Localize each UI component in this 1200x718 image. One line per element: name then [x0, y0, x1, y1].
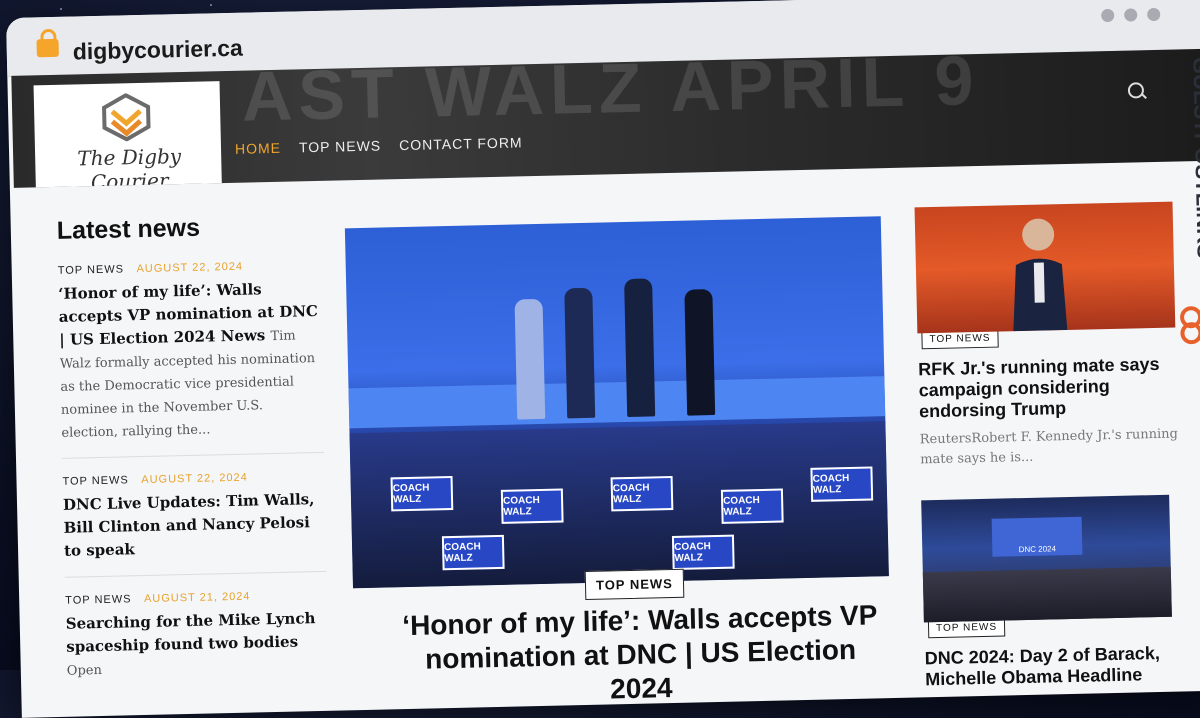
arena-crowd-graphic: [922, 566, 1172, 623]
item-meta: TOP NEWS AUGUST 22, 2024: [62, 469, 324, 488]
nav-home[interactable]: HOME: [235, 140, 281, 157]
speaker-figure: [1013, 218, 1068, 332]
crowd-sign: COACH WALZ: [720, 488, 784, 524]
item-title-text[interactable]: Searching for the Mike Lynch spaceship f…: [66, 609, 316, 656]
address-bar[interactable]: digbycourier.ca: [72, 35, 243, 66]
window-controls: [1101, 7, 1161, 23]
item-date: AUGUST 21, 2024: [143, 590, 251, 606]
list-item[interactable]: TOP NEWS AUGUST 21, 2024 Searching for t…: [65, 588, 329, 696]
hero-category-badge[interactable]: TOP NEWS: [584, 568, 685, 601]
watermark-text: GUESTPOSTLINKS: [1188, 57, 1200, 259]
item-category[interactable]: TOP NEWS: [65, 593, 132, 607]
hero-image[interactable]: COACH WALZ COACH WALZ COACH WALZ COACH W…: [344, 216, 889, 589]
list-item[interactable]: TOP NEWS AUGUST 22, 2024 DNC Live Update…: [62, 468, 327, 578]
nav-top-news[interactable]: TOP NEWS: [299, 138, 382, 156]
item-meta: TOP NEWS AUGUST 21, 2024: [65, 588, 327, 607]
window-dot-icon[interactable]: [1101, 8, 1115, 23]
nav-contact-form[interactable]: CONTACT FORM: [399, 134, 523, 153]
site-logo[interactable]: The Digby Courier: [33, 81, 222, 188]
list-item[interactable]: TOP NEWS AUGUST 22, 2024 ‘Honor of my li…: [57, 257, 324, 459]
window-dot-icon[interactable]: [1124, 8, 1138, 22]
crowd-sign: COACH WALZ: [671, 534, 735, 571]
window-dot-icon[interactable]: [1147, 7, 1161, 22]
latest-news: Latest news TOP NEWS AUGUST 22, 2024 ‘Ho…: [57, 211, 330, 712]
screen-graphic: DNC 2024: [991, 516, 1083, 557]
crowd-sign: COACH WALZ: [810, 466, 874, 502]
item-date: AUGUST 22, 2024: [136, 260, 244, 276]
side-article-image[interactable]: DNC 2024: [921, 494, 1172, 623]
stage-graphic: [348, 376, 886, 429]
item-title[interactable]: Searching for the Mike Lynch spaceship f…: [66, 607, 329, 682]
crowd-sign: COACH WALZ: [500, 488, 564, 524]
side-article-title[interactable]: RFK Jr.'s running mate says campaign con…: [918, 353, 1179, 422]
person-figure: [684, 289, 716, 416]
hero-title[interactable]: ‘Honor of my life’: Walls accepts VP nom…: [400, 598, 882, 711]
person-figure: [564, 287, 596, 419]
search-icon[interactable]: [1127, 82, 1145, 99]
main-nav: HOME TOP NEWS CONTACT FORM: [235, 134, 523, 157]
logo-mark-icon: [102, 93, 151, 142]
item-category[interactable]: TOP NEWS: [62, 474, 129, 488]
item-title[interactable]: ‘Honor of my life’: Walls accepts VP nom…: [58, 277, 324, 444]
person-figure: [624, 278, 656, 418]
item-date: AUGUST 22, 2024: [141, 471, 248, 487]
side-article-image[interactable]: [914, 201, 1176, 334]
item-category[interactable]: TOP NEWS: [58, 263, 125, 277]
item-excerpt: Open: [66, 662, 103, 679]
crowd-sign: COACH WALZ: [610, 475, 674, 512]
latest-news-title: Latest news: [56, 213, 201, 245]
browser-window: digbycourier.ca AST WALZ APRIL 9 The Dig…: [6, 0, 1200, 718]
item-meta: TOP NEWS AUGUST 22, 2024: [58, 258, 320, 277]
side-articles: TOP NEWS RFK Jr.'s running mate says cam…: [914, 201, 1186, 691]
crowd-sign: COACH WALZ: [390, 475, 454, 512]
side-article-title[interactable]: DNC 2024: Day 2 of Barack, Michelle Obam…: [925, 642, 1186, 690]
crowd-sign: COACH WALZ: [441, 534, 505, 571]
screen-text: DNC 2024: [1018, 544, 1057, 555]
item-title[interactable]: DNC Live Updates: Tim Walls, Bill Clinto…: [63, 488, 326, 563]
lock-icon: [36, 38, 59, 58]
person-figure: [514, 298, 546, 420]
logo-text: The Digby Courier: [77, 144, 182, 188]
side-article-excerpt: ReutersRobert F. Kennedy Jr.'s running m…: [919, 426, 1179, 468]
